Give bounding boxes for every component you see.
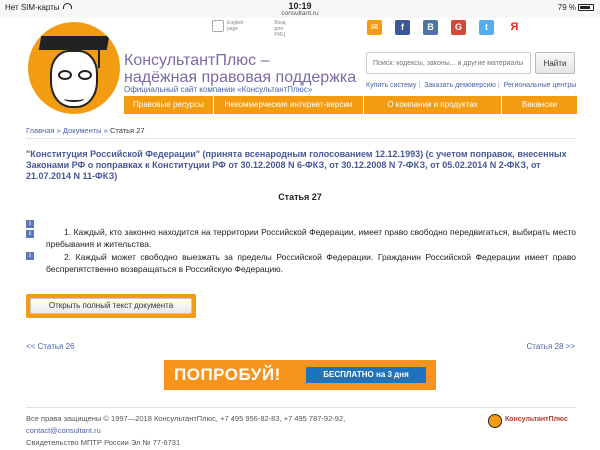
tassel-shape [98,44,100,68]
battery-icon [578,4,594,11]
battery-indicator: 79 % [558,3,594,12]
document-title[interactable]: "Конституция Российской Федерации" (прин… [26,149,576,182]
article-paragraph-2: 2. Каждый может свободно выезжать за пре… [46,252,576,274]
rits-login-link[interactable]: Вход для РИЦ [274,20,308,38]
next-article-link[interactable]: Статья 28 >> [527,342,575,351]
twitter-icon[interactable]: t [479,20,494,35]
footer: Все права защищены © 1997—2018 Консульта… [26,413,345,449]
mail-icon[interactable]: ✉ [367,20,382,35]
divider [26,138,576,139]
promo-banner[interactable]: ПОПРОБУЙ! БЕСПЛАТНО на 3 дня [164,360,436,390]
prev-article-link[interactable]: << Статья 26 [26,342,74,351]
breadcrumb: Главная » Документы » Статья 27 [26,126,145,135]
divider [26,407,576,408]
banner-free-badge: БЕСПЛАТНО на 3 дня [306,367,426,383]
top-links: English page Вход для РИЦ [212,20,322,38]
buy-system-link[interactable]: Купить систему [366,82,416,89]
info-icon[interactable]: i [26,252,34,260]
breadcrumb-current: Статья 27 [109,126,145,135]
footer-brand[interactable]: КонсультантПлюс [505,416,568,423]
regional-centers-link[interactable]: Региональные центры [504,82,577,89]
facebook-icon[interactable]: f [395,20,410,35]
google-plus-icon[interactable]: G [451,20,466,35]
url-label[interactable]: consultant.ru [0,10,600,17]
status-bar: Нет SIM-карты 10:19 consultant.ru 79 % [0,0,600,18]
nav-legal-resources[interactable]: Правовые ресурсы [124,96,214,114]
mascot-mouth [64,96,84,102]
banner-headline: ПОПРОБУЙ! [174,365,281,384]
header-actions: Купить систему | Заказать демоверсию | Рег… [366,82,577,89]
article-title: Статья 27 [278,192,322,202]
search-input[interactable] [366,52,531,74]
breadcrumb-home[interactable]: Главная [26,126,55,135]
footer-license: Свидетельство МПТР России Эл № 77-6731 [26,438,181,447]
brand-subtitle: Официальный сайт компании «КонсультантПл… [124,85,313,94]
eye-left [58,70,72,80]
nav-about[interactable]: О компании и продуктах [364,96,502,114]
brand-title[interactable]: КонсультантПлюс – надёжная правовая подд… [124,52,356,86]
breadcrumb-documents[interactable]: Документы [63,126,102,135]
order-demo-link[interactable]: Заказать демоверсию [424,82,496,89]
info-icon[interactable]: i [26,220,34,228]
yandex-icon[interactable]: Я [507,20,522,35]
article-paragraph-1: 1. Каждый, кто законно находится на терр… [46,227,576,249]
english-link[interactable]: English page [212,20,259,32]
info-icon[interactable]: i [26,230,34,238]
footer-email-link[interactable]: contact@consultant.ru [26,425,345,437]
open-full-text-button[interactable]: Открыть полный текст документа [26,294,196,318]
main-nav: Правовые ресурсы Некоммерческие интернет… [124,96,577,114]
nav-vacancies[interactable]: Вакансии [502,96,577,114]
nav-noncommercial[interactable]: Некоммерческие интернет-версии [214,96,364,114]
eye-right [78,70,92,80]
search-button[interactable]: Найти [535,52,575,74]
footer-logo-icon[interactable] [488,414,502,428]
vk-icon[interactable]: В [423,20,438,35]
globe-icon [212,20,224,32]
logo-mascot[interactable] [28,22,120,114]
footer-copyright: Все права защищены © 1997—2018 Консульта… [26,414,346,423]
